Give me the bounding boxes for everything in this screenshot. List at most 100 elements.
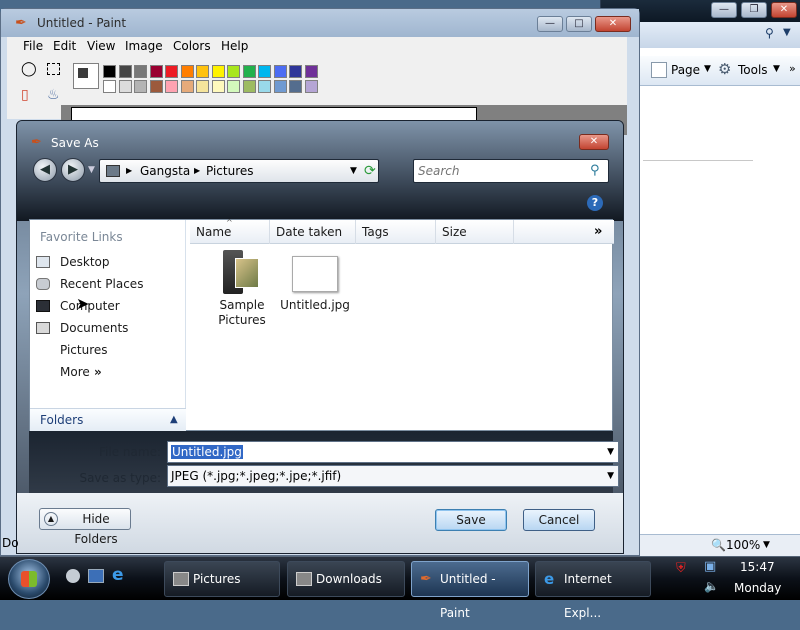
start-button[interactable] <box>8 559 50 599</box>
palette-swatch[interactable] <box>304 65 318 78</box>
palette-swatch[interactable] <box>180 80 194 93</box>
search-icon[interactable]: ⚲ <box>590 163 600 178</box>
palette-swatch[interactable] <box>273 80 287 93</box>
search-icon[interactable]: ⚲ <box>765 26 774 40</box>
file-name-field[interactable]: Untitled.jpg ▼ <box>167 441 619 463</box>
palette-swatch[interactable] <box>165 80 178 93</box>
fill-bucket-icon[interactable]: ♨ <box>47 87 60 103</box>
palette-swatch[interactable] <box>134 80 147 93</box>
internet-explorer-icon[interactable]: e <box>112 565 124 585</box>
file-item[interactable]: Untitled.jpg <box>280 248 350 312</box>
chevron-down-icon[interactable]: ▼ <box>350 166 357 176</box>
ie-restore-button[interactable]: ❐ <box>741 2 767 18</box>
column-size[interactable]: Size <box>436 220 514 244</box>
current-colors[interactable] <box>73 63 99 89</box>
chevron-right-icon[interactable]: ▶ <box>126 166 132 175</box>
minimize-button[interactable]: — <box>537 16 563 32</box>
menu-view[interactable]: View <box>87 39 115 53</box>
breadcrumb-gangsta[interactable]: Gangsta <box>140 164 190 178</box>
chevron-right-icon[interactable]: ▶ <box>194 166 200 175</box>
hide-folders-button[interactable]: ▲ Hide Folders <box>39 508 131 546</box>
palette-swatch[interactable] <box>273 65 287 78</box>
palette-swatch[interactable] <box>180 65 194 78</box>
palette-swatch[interactable] <box>149 80 163 93</box>
save-button[interactable]: Save <box>435 509 507 531</box>
column-name[interactable]: Name ^ <box>190 218 270 244</box>
free-select-icon[interactable]: ◯ <box>21 61 37 77</box>
file-item[interactable]: Sample Pictures <box>207 248 277 328</box>
zoom-level[interactable]: 100% <box>726 538 760 552</box>
menu-help[interactable]: Help <box>221 39 248 53</box>
volume-muted-icon[interactable]: 🔈 <box>704 579 719 593</box>
back-button[interactable]: ◀ <box>33 158 57 182</box>
palette-swatch[interactable] <box>165 65 178 78</box>
taskbar-item-pictures[interactable]: Pictures <box>164 561 280 597</box>
ie-minimize-button[interactable]: — <box>711 2 737 18</box>
network-icon[interactable]: ▣ <box>704 559 716 574</box>
search-box[interactable]: ⚲ <box>413 159 609 183</box>
taskbar-item-downloads[interactable]: Downloads <box>287 561 405 597</box>
select-icon[interactable] <box>47 63 60 75</box>
menu-image[interactable]: Image <box>125 39 163 53</box>
palette-swatch[interactable] <box>304 80 318 93</box>
close-button[interactable]: ✕ <box>595 16 631 32</box>
chevron-down-icon[interactable]: ▼ <box>607 442 614 462</box>
sidebar-item-computer[interactable]: Computer <box>30 296 186 316</box>
taskbar-item-paint[interactable]: ✒ Untitled - Paint <box>411 561 529 620</box>
sidebar-item-pictures[interactable]: Pictures <box>30 340 186 360</box>
palette-swatch[interactable] <box>242 80 256 93</box>
palette-swatch[interactable] <box>118 65 132 78</box>
breadcrumb[interactable]: ▶ Gangsta ▶ Pictures ▼ ⟳ <box>99 159 379 183</box>
sidebar-item-recent-places[interactable]: Recent Places <box>30 274 186 294</box>
clock-day[interactable]: Monday <box>734 581 781 595</box>
close-button[interactable]: ✕ <box>579 134 609 150</box>
more-columns-icon[interactable]: » <box>594 224 602 239</box>
menu-file[interactable]: File <box>23 39 43 53</box>
maximize-button[interactable]: □ <box>566 16 592 32</box>
sidebar-item-desktop[interactable]: Desktop <box>30 252 186 272</box>
palette-swatch[interactable] <box>196 80 209 93</box>
chevron-down-icon[interactable]: ▼ <box>783 27 791 38</box>
breadcrumb-pictures[interactable]: Pictures <box>206 164 254 178</box>
sidebar-item-documents[interactable]: Documents <box>30 318 186 338</box>
chevron-down-icon[interactable]: ▼ <box>607 466 614 486</box>
palette-swatch[interactable] <box>196 65 209 78</box>
show-desktop-icon[interactable] <box>66 569 80 583</box>
palette-swatch[interactable] <box>211 80 225 93</box>
security-alert-icon[interactable]: ⛨ <box>676 561 686 576</box>
palette-swatch[interactable] <box>227 80 240 93</box>
chevron-down-icon[interactable]: ▼ <box>704 64 711 74</box>
taskbar-item-internet-explorer[interactable]: e Internet Expl... <box>535 561 651 620</box>
switch-windows-icon[interactable] <box>88 569 104 583</box>
column-tags[interactable]: Tags <box>356 220 436 244</box>
eraser-icon[interactable]: ▯ <box>21 87 29 103</box>
palette-swatch[interactable] <box>211 65 225 78</box>
palette-swatch[interactable] <box>258 80 271 93</box>
forward-button[interactable]: ▶ <box>61 158 85 182</box>
column-date-taken[interactable]: Date taken <box>270 220 356 244</box>
chevron-up-icon[interactable]: ▲ <box>170 409 178 431</box>
menu-colors[interactable]: Colors <box>173 39 211 53</box>
palette-swatch[interactable] <box>242 65 256 78</box>
palette-swatch[interactable] <box>289 65 302 78</box>
palette-swatch[interactable] <box>227 65 240 78</box>
menu-edit[interactable]: Edit <box>53 39 76 53</box>
folders-toggle[interactable]: Folders ▲ <box>30 408 186 432</box>
palette-swatch[interactable] <box>134 65 147 78</box>
palette-swatch[interactable] <box>258 65 271 78</box>
sidebar-item-more[interactable]: More » <box>30 362 186 382</box>
help-icon[interactable]: ? <box>587 195 603 211</box>
clock-time[interactable]: 15:47 <box>740 560 775 574</box>
palette-swatch[interactable] <box>118 80 132 93</box>
palette-swatch[interactable] <box>103 80 116 93</box>
recent-pages-chevron-icon[interactable]: ▼ <box>88 165 95 175</box>
palette-swatch[interactable] <box>289 80 302 93</box>
search-input[interactable] <box>418 163 582 179</box>
refresh-icon[interactable]: ⟳ <box>364 163 376 179</box>
page-menu[interactable]: Page <box>671 63 700 77</box>
palette-swatch[interactable] <box>149 65 163 78</box>
cancel-button[interactable]: Cancel <box>523 509 595 531</box>
ie-close-button[interactable]: ✕ <box>771 2 797 18</box>
chevron-down-icon[interactable]: ▼ <box>773 64 780 74</box>
save-type-select[interactable]: JPEG (*.jpg;*.jpeg;*.jpe;*.jfif) ▼ <box>167 465 619 487</box>
